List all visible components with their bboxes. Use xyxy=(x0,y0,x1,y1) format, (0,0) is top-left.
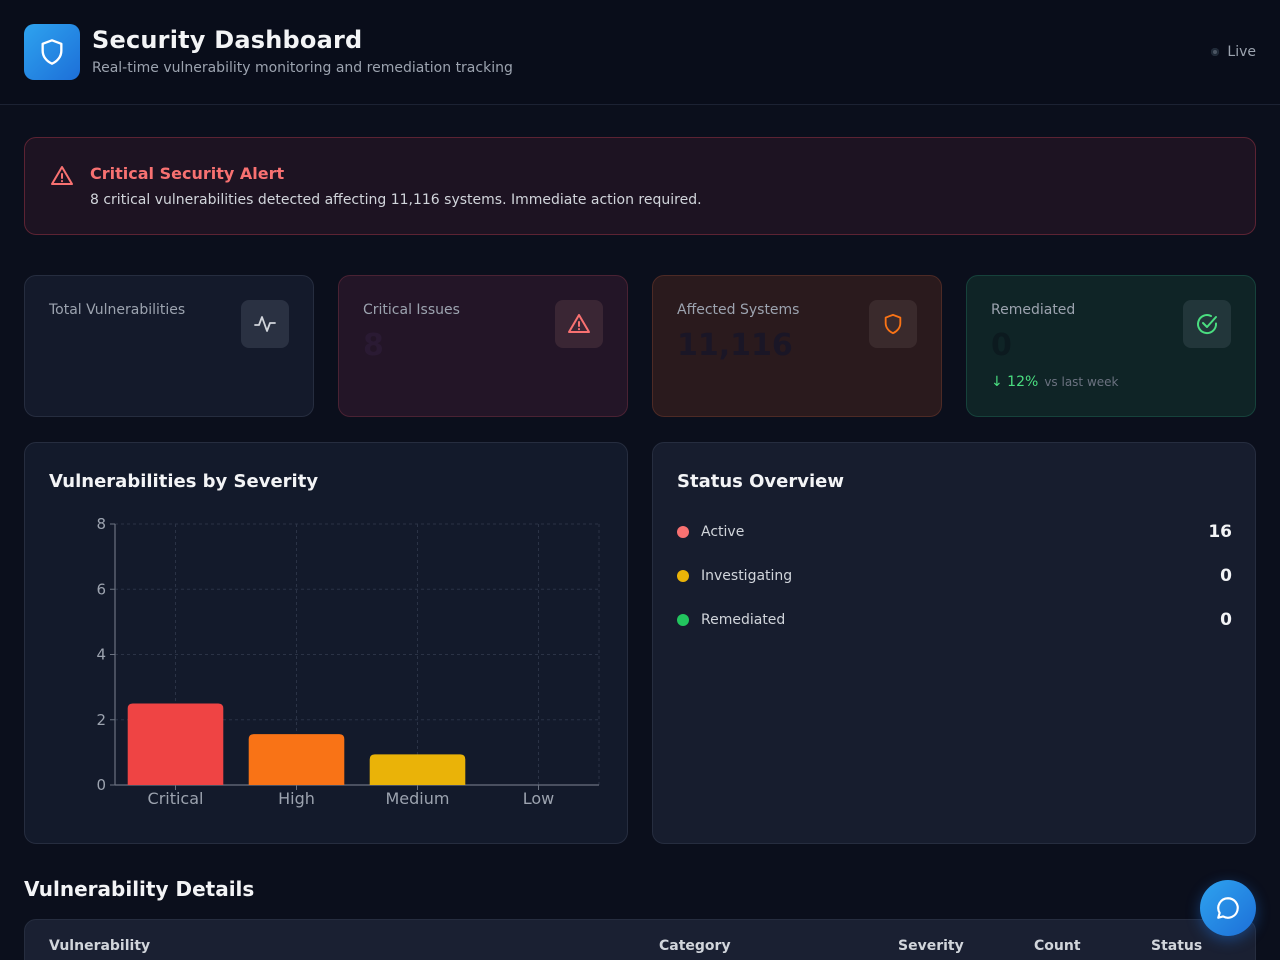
status-dot-icon xyxy=(677,570,689,582)
chat-bubble-icon xyxy=(1217,897,1239,919)
y-tick-label: 4 xyxy=(96,646,106,664)
card-icon-box xyxy=(241,300,289,348)
header: Security Dashboard Real-time vulnerabili… xyxy=(0,0,1280,105)
status-dot-icon xyxy=(677,614,689,626)
app-logo xyxy=(24,24,80,80)
page-title: Security Dashboard xyxy=(92,26,363,54)
column-header-vulnerability[interactable]: Vulnerability xyxy=(49,938,150,954)
panel-title: Status Overview xyxy=(677,471,844,492)
column-header-status[interactable]: Status xyxy=(1151,938,1202,954)
x-tick-label: Medium xyxy=(386,789,450,808)
card-label: Total Vulnerabilities xyxy=(49,302,186,318)
live-indicator: Live xyxy=(1211,44,1256,60)
x-tick-label: Low xyxy=(523,789,555,808)
status-count: 0 xyxy=(1220,610,1232,630)
alert-message: 8 critical vulnerabilities detected affe… xyxy=(90,192,702,208)
trend-value: ↓ 12% xyxy=(991,374,1039,390)
status-row-remediated: Remediated 0 xyxy=(677,610,1232,630)
bar-high xyxy=(248,734,345,785)
alert-title: Critical Security Alert xyxy=(90,164,285,183)
status-overview-panel: Status Overview Active 16 Investigating … xyxy=(652,442,1256,844)
chat-button[interactable] xyxy=(1200,880,1256,936)
live-label: Live xyxy=(1227,44,1256,60)
card-label: Critical Issues xyxy=(363,302,460,318)
vulnerability-table: Vulnerability Category Severity Count St… xyxy=(24,919,1256,960)
x-tick-label: High xyxy=(278,789,315,808)
card-value: 0 xyxy=(991,328,1012,363)
card-icon-box xyxy=(869,300,917,348)
section-title: Vulnerability Details xyxy=(24,877,255,901)
y-tick-label: 8 xyxy=(96,515,106,533)
status-count: 16 xyxy=(1208,522,1232,542)
stat-card-remediated: Remediated 0 ↓ 12% vs last week xyxy=(966,275,1256,417)
page-subtitle: Real-time vulnerability monitoring and r… xyxy=(92,60,513,76)
card-label: Affected Systems xyxy=(677,302,800,318)
severity-bar-chart: 0 2 4 6 8 Critical High Medium Low xyxy=(96,515,600,808)
x-tick-label: Critical xyxy=(148,789,204,808)
stat-card-total-vulnerabilities: Total Vulnerabilities xyxy=(24,275,314,417)
card-icon-box xyxy=(555,300,603,348)
status-row-investigating: Investigating 0 xyxy=(677,566,1232,586)
bar-critical xyxy=(127,703,224,785)
severity-chart-panel: Vulnerabilities by Severity 0 2 4 6 8 Critica… xyxy=(24,442,628,844)
column-header-severity[interactable]: Severity xyxy=(898,938,964,954)
column-header-category[interactable]: Category xyxy=(659,938,731,954)
status-label: Remediated xyxy=(701,612,786,628)
card-value: 8 xyxy=(363,328,384,363)
stat-card-critical-issues: Critical Issues 8 xyxy=(338,275,628,417)
status-label: Active xyxy=(701,524,745,540)
shield-icon xyxy=(884,313,902,335)
critical-alert-banner: Critical Security Alert 8 critical vulne… xyxy=(24,137,1256,235)
trend-note: vs last week xyxy=(1044,375,1119,389)
card-icon-box xyxy=(1183,300,1231,348)
live-dot-icon xyxy=(1211,48,1220,56)
card-value: 11,116 xyxy=(677,328,793,363)
y-tick-label: 2 xyxy=(96,711,106,729)
card-label: Remediated xyxy=(991,302,1076,318)
activity-icon xyxy=(254,316,276,332)
stat-card-affected-systems: Affected Systems 11,116 xyxy=(652,275,942,417)
bar-medium xyxy=(369,754,466,785)
status-count: 0 xyxy=(1220,566,1232,586)
status-dot-icon xyxy=(677,526,689,538)
warning-triangle-icon xyxy=(568,314,590,333)
check-circle-icon xyxy=(1197,314,1218,335)
status-row-active: Active 16 xyxy=(677,522,1232,542)
status-label: Investigating xyxy=(701,568,793,584)
column-header-count[interactable]: Count xyxy=(1034,938,1081,954)
warning-triangle-icon xyxy=(51,166,73,185)
trend-indicator: ↓ 12% vs last week xyxy=(991,374,1118,390)
y-tick-label: 6 xyxy=(96,580,106,598)
y-tick-label: 0 xyxy=(96,776,106,794)
shield-icon xyxy=(41,39,63,65)
